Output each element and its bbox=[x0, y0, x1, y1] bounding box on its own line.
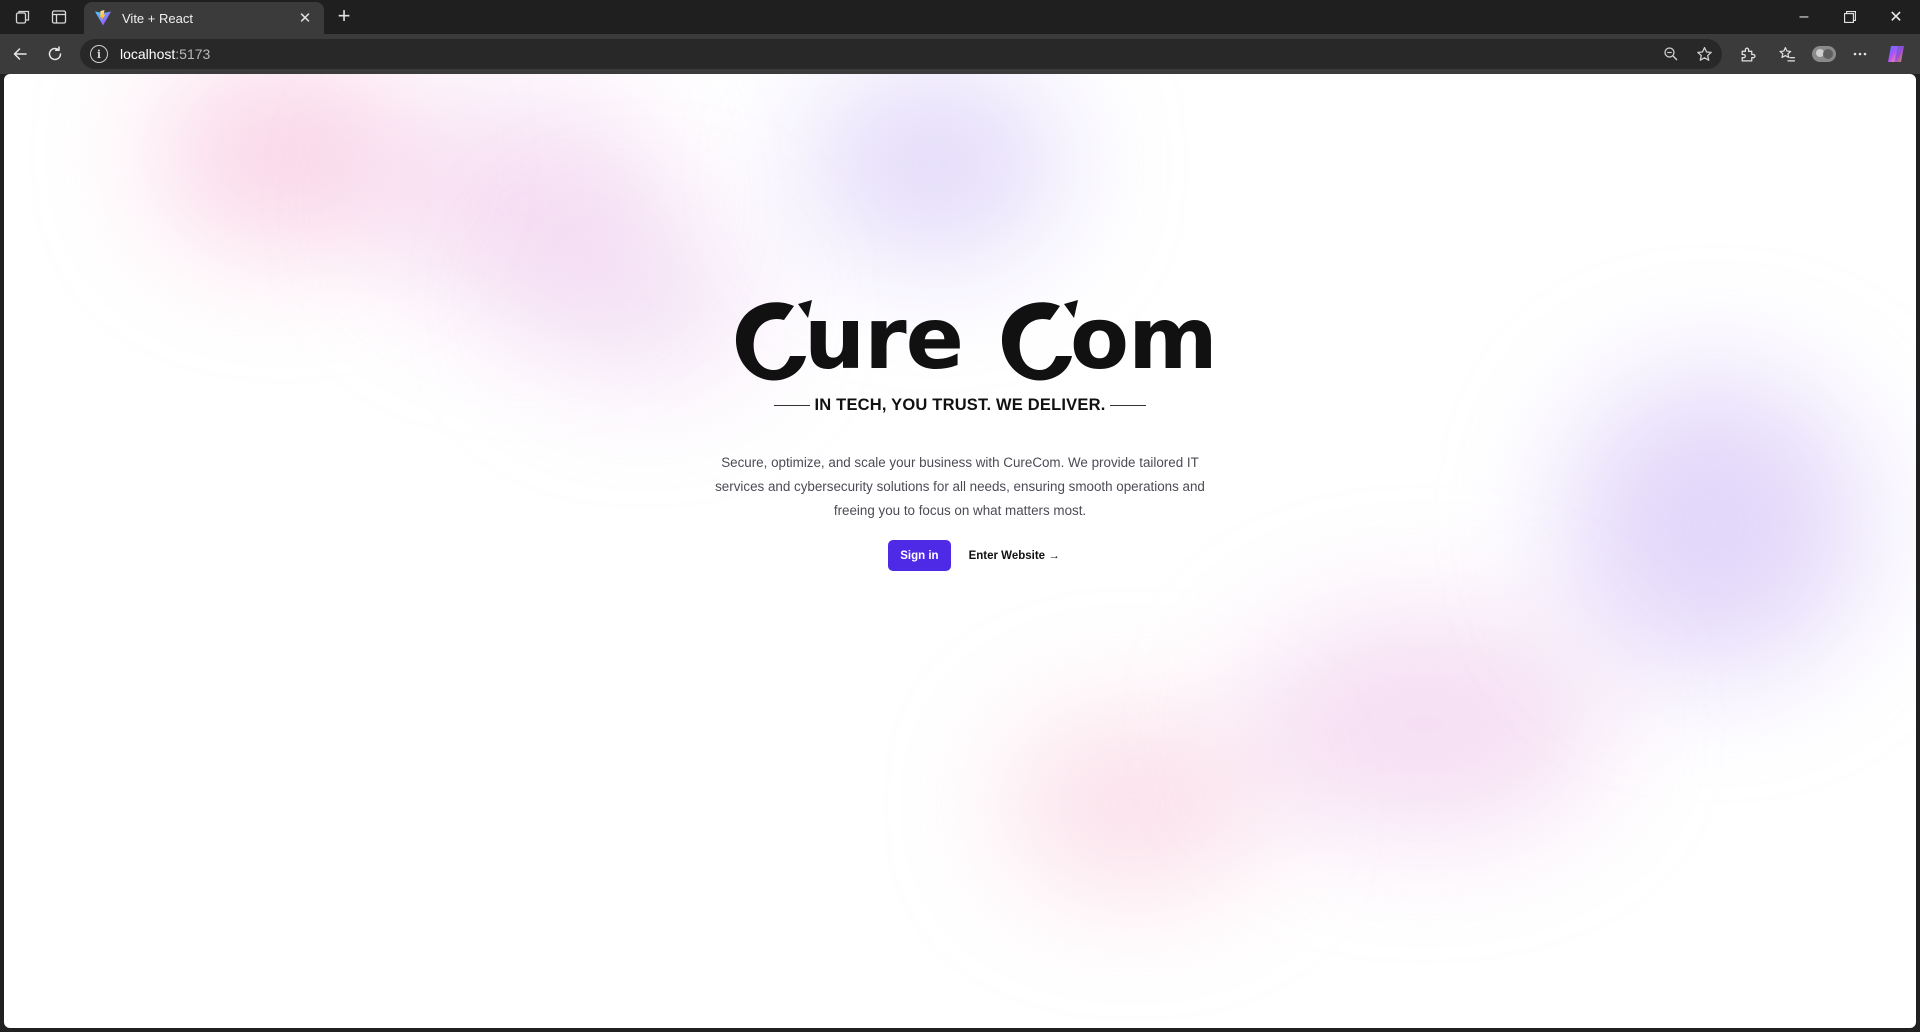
cta-row: Sign in Enter Website → bbox=[4, 540, 1916, 571]
profile-avatar[interactable] bbox=[1810, 42, 1838, 66]
address-bar[interactable]: i localhost:5173 bbox=[80, 39, 1722, 69]
more-options-icon[interactable] bbox=[1848, 42, 1872, 66]
logo-text-om: om bbox=[1070, 289, 1218, 389]
back-button[interactable] bbox=[8, 42, 32, 66]
hero-description: Secure, optimize, and scale your busines… bbox=[715, 455, 1205, 519]
workspaces-icon[interactable] bbox=[12, 6, 34, 28]
tab-title: Vite + React bbox=[122, 10, 193, 26]
url-port: :5173 bbox=[175, 46, 211, 62]
sign-in-button[interactable]: Sign in bbox=[888, 540, 951, 571]
close-window-button[interactable]: ✕ bbox=[1874, 0, 1918, 34]
tagline: IN TECH, YOU TRUST. WE DELIVER. bbox=[4, 396, 1916, 415]
browser-titlebar: Vite + React ✕ + – ✕ bbox=[0, 0, 1920, 34]
browser-tab[interactable]: Vite + React ✕ bbox=[84, 2, 324, 34]
vite-favicon-icon bbox=[95, 10, 111, 26]
restore-button[interactable] bbox=[1828, 0, 1872, 34]
extensions-icon[interactable] bbox=[1735, 42, 1759, 66]
favorite-star-icon[interactable] bbox=[1693, 43, 1715, 65]
favorites-icon[interactable] bbox=[1775, 42, 1799, 66]
copilot-icon[interactable] bbox=[1884, 42, 1908, 66]
site-info-icon[interactable]: i bbox=[90, 45, 108, 63]
url-host: localhost bbox=[120, 46, 176, 62]
tagline-rule-right bbox=[1109, 404, 1146, 407]
tab-close-icon[interactable]: ✕ bbox=[296, 9, 314, 27]
vertical-tabs-icon[interactable] bbox=[48, 6, 70, 28]
zoom-out-icon[interactable] bbox=[1660, 43, 1682, 65]
tagline-rule-left bbox=[774, 404, 811, 407]
browser-toolbar: i localhost:5173 bbox=[0, 34, 1920, 74]
curecom-logo: ure om bbox=[732, 284, 1218, 394]
logo-text-ure: ure bbox=[804, 289, 964, 389]
minimize-button[interactable]: – bbox=[1782, 0, 1826, 34]
enter-website-link[interactable]: Enter Website → bbox=[963, 540, 1066, 571]
page-viewport: ure om IN TECH, YOU TRUST. WE DELIVER. S… bbox=[4, 74, 1916, 1028]
new-tab-button[interactable]: + bbox=[331, 4, 357, 30]
tagline-text: IN TECH, YOU TRUST. WE DELIVER. bbox=[814, 396, 1106, 414]
hero-section: ure om IN TECH, YOU TRUST. WE DELIVER. S… bbox=[4, 74, 1916, 1028]
reload-button[interactable] bbox=[43, 42, 67, 66]
